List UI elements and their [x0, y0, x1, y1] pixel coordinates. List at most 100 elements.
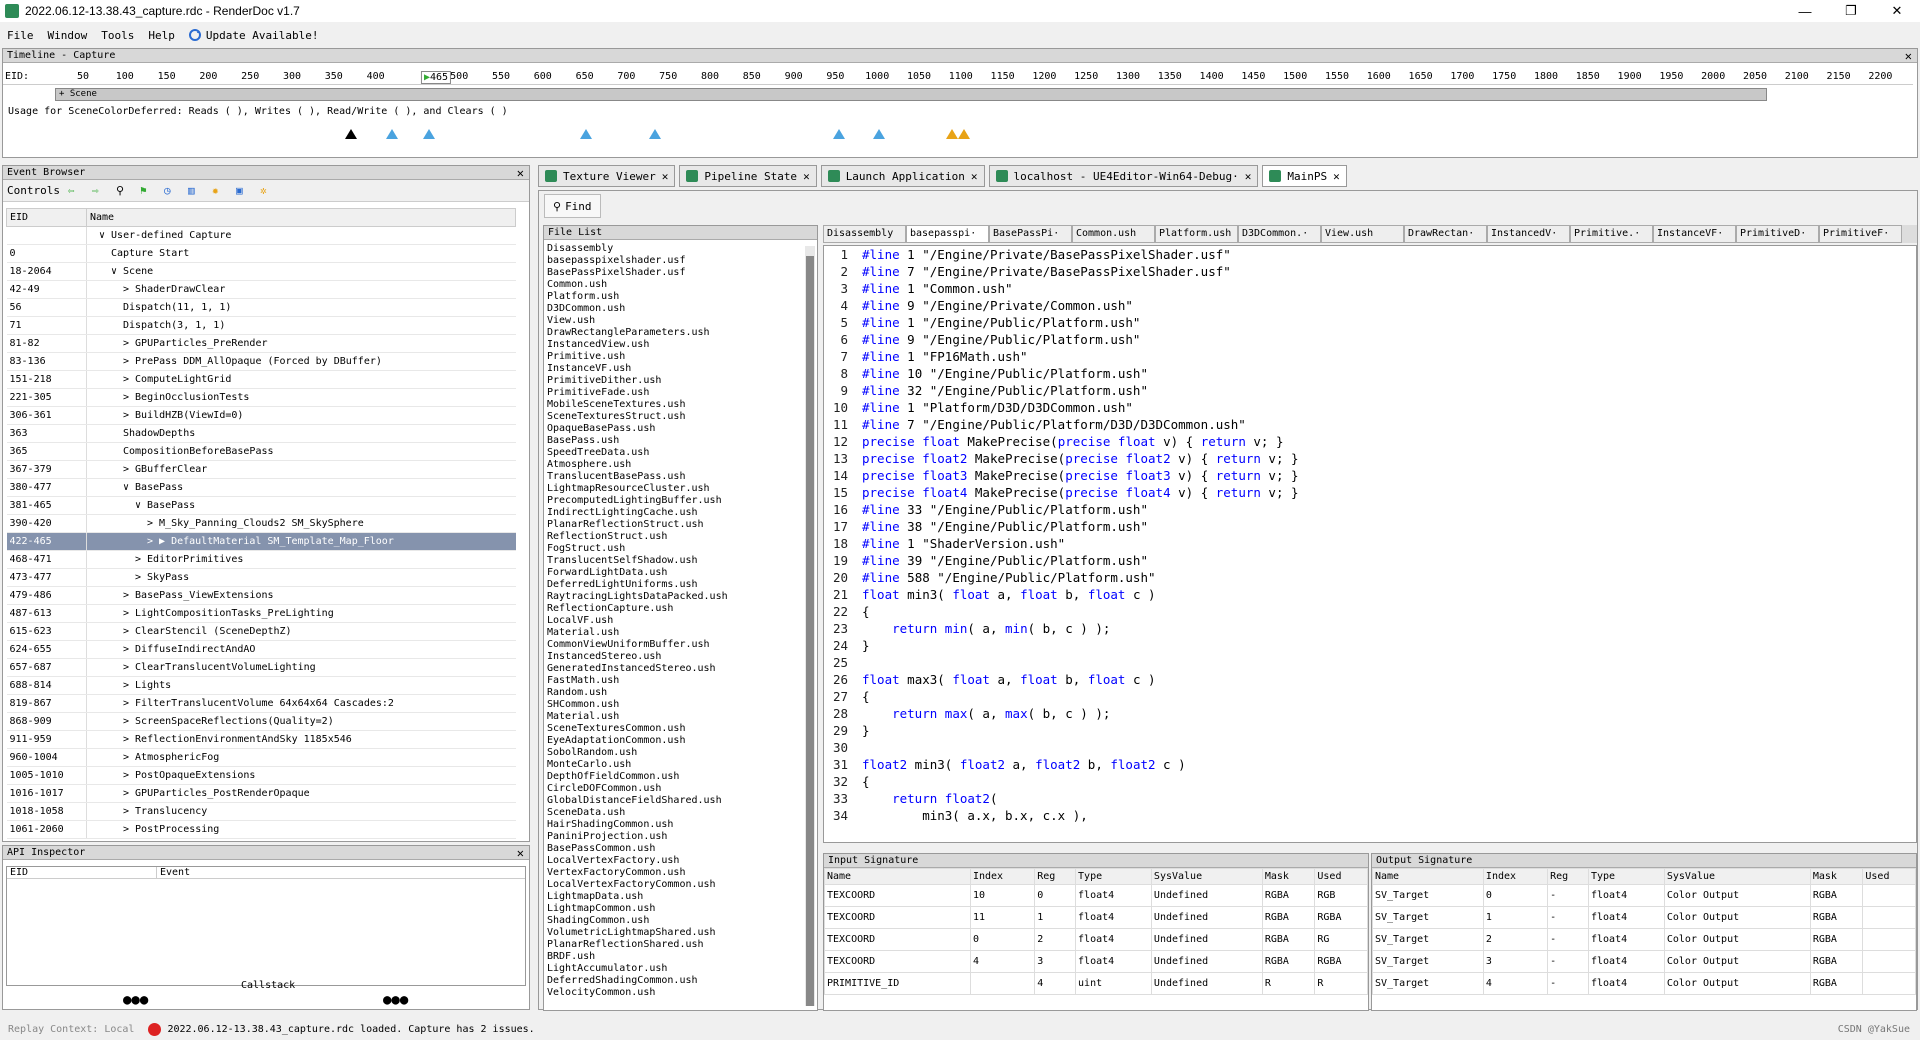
sig-col[interactable]: Type: [1075, 868, 1152, 885]
col-eid[interactable]: EID: [6, 208, 87, 227]
tab-3[interactable]: localhost - UE4Editor-Win64-Debug· ✕: [988, 165, 1259, 187]
event-row[interactable]: 468-471 > EditorPrimitives: [6, 550, 516, 569]
code-line[interactable]: 3 #line 1 "Common.ush": [824, 280, 1916, 297]
code-line[interactable]: 17 #line 38 "/Engine/Public/Platform.ush": [824, 518, 1916, 535]
code-line[interactable]: 8 #line 10 "/Engine/Public/Platform.ush": [824, 365, 1916, 382]
code-line[interactable]: 31 float2 min3( float2 a, float2 b, float…: [824, 756, 1916, 773]
sig-row[interactable]: SV_Target 2- float4 Color Output RGBA: [1372, 928, 1916, 951]
event-row[interactable]: 473-477 > SkyPass: [6, 568, 516, 587]
read-marker[interactable]: [958, 129, 970, 139]
tab-1[interactable]: Pipeline State ✕: [679, 165, 817, 187]
source-tab[interactable]: InstanceVF·: [1653, 225, 1736, 243]
code-line[interactable]: 12 precise float MakePrecise(precise floa…: [824, 433, 1916, 450]
file-list-item[interactable]: Material.ush: [547, 627, 728, 639]
sig-col[interactable]: Index: [969, 868, 1036, 885]
file-list-item[interactable]: InstancedStereo.ush: [547, 651, 728, 663]
file-list-item[interactable]: EyeAdaptationCommon.ush: [547, 735, 728, 747]
sig-col[interactable]: Name: [1372, 868, 1484, 885]
controls-label[interactable]: Controls: [7, 184, 60, 197]
sig-col[interactable]: SysValue: [1663, 868, 1811, 885]
code-line[interactable]: 21 float min3( float a, float b, float c …: [824, 586, 1916, 603]
source-tab[interactable]: Common.ush: [1072, 225, 1155, 243]
forward-arrow-icon[interactable]: ⇨: [92, 184, 108, 198]
event-row[interactable]: 381-465 ∨ BasePass: [6, 496, 516, 515]
file-list-item[interactable]: SceneData.ush: [547, 807, 728, 819]
file-list-item[interactable]: PrimitiveFade.ush: [547, 387, 728, 399]
close-icon[interactable]: ✕: [1245, 170, 1252, 183]
event-row[interactable]: 306-361 > BuildHZB(ViewId=0): [6, 406, 516, 425]
file-list-item[interactable]: D3DCommon.ush: [547, 303, 728, 315]
sig-col[interactable]: Type: [1587, 868, 1665, 885]
file-list-item[interactable]: Material.ush: [547, 711, 728, 723]
save-icon[interactable]: ▣: [236, 184, 252, 198]
event-row[interactable]: 1016-1017 > GPUParticles_PostRenderOpaque: [6, 784, 516, 803]
event-row[interactable]: 1005-1010 > PostOpaqueExtensions: [6, 766, 516, 785]
menu-tools[interactable]: Tools: [101, 29, 134, 42]
file-list-item[interactable]: PrecomputedLightingBuffer.ush: [547, 495, 728, 507]
code-line[interactable]: 4 #line 9 "/Engine/Private/Common.ush": [824, 297, 1916, 314]
close-icon[interactable]: ✕: [971, 170, 978, 183]
event-row[interactable]: 487-613 > LightCompositionTasks_PreLighti…: [6, 604, 516, 623]
sig-row[interactable]: TEXCOORD 0 2 float4 Undefined RGBA RG: [824, 928, 1368, 951]
source-tab[interactable]: Platform.ush: [1155, 225, 1238, 243]
event-row[interactable]: 1061-2060 > PostProcessing: [6, 820, 516, 839]
sig-col[interactable]: Index: [1482, 868, 1549, 885]
event-row[interactable]: 18-2064 ∨ Scene: [6, 262, 516, 281]
file-list-item[interactable]: LightmapResourceCluster.ush: [547, 483, 728, 495]
file-list-item[interactable]: PlanarReflectionShared.ush: [547, 939, 728, 951]
file-list-item[interactable]: TranslucentSelfShadow.ush: [547, 555, 728, 567]
col-name[interactable]: Name: [86, 208, 516, 227]
sig-col[interactable]: Name: [824, 868, 971, 885]
tab-2[interactable]: Launch Application ✕: [820, 165, 985, 187]
file-list-item[interactable]: DeferredLightUniforms.ush: [547, 579, 728, 591]
close-icon[interactable]: ✕: [517, 846, 524, 860]
file-list-item[interactable]: SceneTexturesStruct.ush: [547, 411, 728, 423]
bookmark-flag-icon[interactable]: ⚑: [140, 184, 156, 198]
code-line[interactable]: 33 return float2(: [824, 790, 1916, 807]
event-row[interactable]: 479-486 > BasePass_ViewExtensions: [6, 586, 516, 605]
event-row[interactable]: 1018-1058 > Translucency: [6, 802, 516, 821]
replay-context[interactable]: Replay Context: Local: [8, 1024, 134, 1035]
file-list-item[interactable]: View.ush: [547, 315, 728, 327]
file-list-item[interactable]: LocalVertexFactory.ush: [547, 855, 728, 867]
source-tab[interactable]: InstancedV·: [1487, 225, 1570, 243]
code-line[interactable]: 1 #line 1 "/Engine/Private/BasePassPixelS…: [824, 246, 1916, 263]
sig-col[interactable]: Mask: [1261, 868, 1316, 885]
code-line[interactable]: 11 #line 7 "/Engine/Public/Platform/D3D/D…: [824, 416, 1916, 433]
sig-col[interactable]: Reg: [1547, 868, 1589, 885]
tab-4[interactable]: MainPS ✕: [1262, 165, 1347, 187]
file-list-item[interactable]: ReflectionStruct.ush: [547, 531, 728, 543]
file-list-item[interactable]: ShadingCommon.ush: [547, 915, 728, 927]
close-icon[interactable]: ✕: [1905, 49, 1912, 63]
write-marker[interactable]: [649, 129, 661, 139]
menu-help[interactable]: Help: [148, 29, 175, 42]
file-list-item[interactable]: Random.ush: [547, 687, 728, 699]
code-line[interactable]: 18 #line 1 "ShaderVersion.ush": [824, 535, 1916, 552]
event-row[interactable]: 365 CompositionBeforeBasePass: [6, 442, 516, 461]
code-line[interactable]: 16 #line 33 "/Engine/Public/Platform.ush": [824, 501, 1916, 518]
sig-row[interactable]: SV_Target 3- float4 Color Output RGBA: [1372, 950, 1916, 973]
write-marker[interactable]: [386, 129, 398, 139]
maximize-button[interactable]: ❐: [1828, 0, 1874, 22]
code-line[interactable]: 23 return min( a, min( b, c ) );: [824, 620, 1916, 637]
source-tab[interactable]: PrimitiveD·: [1736, 225, 1819, 243]
file-list-item[interactable]: RaytracingLightsDataPacked.ush: [547, 591, 728, 603]
update-available-button[interactable]: Update Available!: [188, 28, 318, 42]
file-list-item[interactable]: Disassembly: [547, 243, 728, 255]
event-row[interactable]: 380-477 ∨ BasePass: [6, 478, 516, 497]
file-list-item[interactable]: PlanarReflectionStruct.ush: [547, 519, 728, 531]
file-list-item[interactable]: VelocityCommon.ush: [547, 987, 728, 999]
event-row[interactable]: 42-49 > ShaderDrawClear: [6, 280, 516, 299]
file-list-item[interactable]: PaniniProjection.ush: [547, 831, 728, 843]
code-line[interactable]: 34 min3( a.x, b.x, c.x ),: [824, 807, 1916, 824]
code-line[interactable]: 15 precise float4 MakePrecise(precise flo…: [824, 484, 1916, 501]
file-list-item[interactable]: BasePass.ush: [547, 435, 728, 447]
filter-icon[interactable]: ✲: [260, 184, 276, 198]
event-row[interactable]: 363 ShadowDepths: [6, 424, 516, 443]
event-row[interactable]: 688-814 > Lights: [6, 676, 516, 695]
close-icon[interactable]: ✕: [803, 170, 810, 183]
file-list-item[interactable]: SHCommon.ush: [547, 699, 728, 711]
code-line[interactable]: 7 #line 1 "FP16Math.ush": [824, 348, 1916, 365]
code-line[interactable]: 10 #line 1 "Platform/D3D/D3DCommon.ush": [824, 399, 1916, 416]
source-tab[interactable]: Primitive.·: [1570, 225, 1653, 243]
